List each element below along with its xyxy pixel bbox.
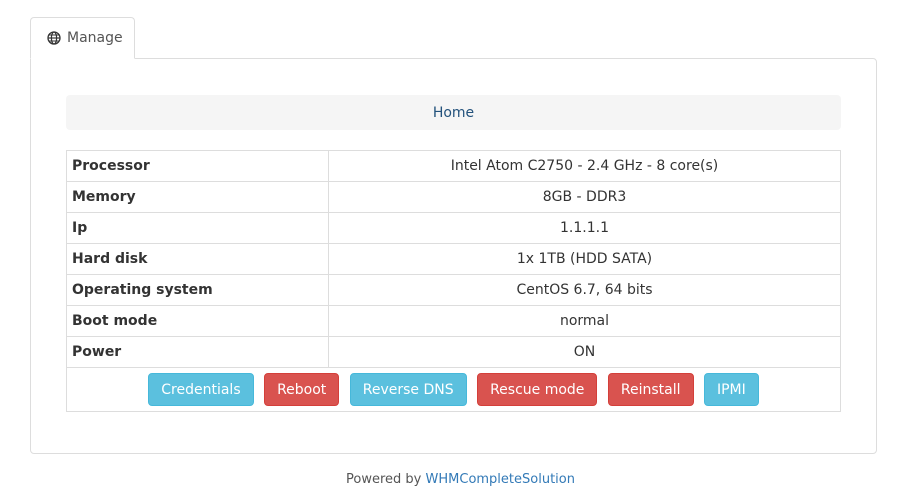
- table-row: Boot mode normal: [66, 305, 841, 337]
- spec-label: Ip: [66, 212, 329, 244]
- actions-row: Credentials Reboot Reverse DNS Rescue mo…: [66, 367, 841, 412]
- globe-icon: [47, 31, 61, 45]
- credentials-button[interactable]: Credentials: [148, 373, 254, 406]
- tab-label: Manage: [67, 30, 123, 46]
- table-row: Ip 1.1.1.1: [66, 212, 841, 244]
- spec-value: 8GB - DDR3: [328, 181, 841, 213]
- table-row: Hard disk 1x 1TB (HDD SATA): [66, 243, 841, 275]
- spec-label: Processor: [66, 150, 329, 182]
- spec-label: Hard disk: [66, 243, 329, 275]
- breadcrumb: Home: [66, 95, 841, 130]
- table-row: Operating system CentOS 6.7, 64 bits: [66, 274, 841, 306]
- spec-value: CentOS 6.7, 64 bits: [328, 274, 841, 306]
- spec-label: Operating system: [66, 274, 329, 306]
- table-row: Processor Intel Atom C2750 - 2.4 GHz - 8…: [66, 150, 841, 182]
- reboot-button[interactable]: Reboot: [264, 373, 340, 406]
- reinstall-button[interactable]: Reinstall: [607, 373, 694, 406]
- spec-value: normal: [328, 305, 841, 337]
- actions-cell: Credentials Reboot Reverse DNS Rescue mo…: [66, 367, 841, 412]
- server-specs-table: Processor Intel Atom C2750 - 2.4 GHz - 8…: [66, 150, 841, 412]
- table-row: Memory 8GB - DDR3: [66, 181, 841, 213]
- spec-value: 1.1.1.1: [328, 212, 841, 244]
- spec-value: 1x 1TB (HDD SATA): [328, 243, 841, 275]
- spec-label: Memory: [66, 181, 329, 213]
- spec-label: Power: [66, 336, 329, 368]
- ipmi-button[interactable]: IPMI: [703, 373, 759, 406]
- tab-bar: Manage: [30, 17, 135, 59]
- spec-value: ON: [328, 336, 841, 368]
- spec-label: Boot mode: [66, 305, 329, 337]
- table-row: Power ON: [66, 336, 841, 368]
- tab-manage[interactable]: Manage: [30, 17, 135, 59]
- spec-value: Intel Atom C2750 - 2.4 GHz - 8 core(s): [328, 150, 841, 182]
- reverse-dns-button[interactable]: Reverse DNS: [349, 373, 467, 406]
- rescue-mode-button[interactable]: Rescue mode: [477, 373, 598, 406]
- breadcrumb-home-link[interactable]: Home: [433, 105, 474, 121]
